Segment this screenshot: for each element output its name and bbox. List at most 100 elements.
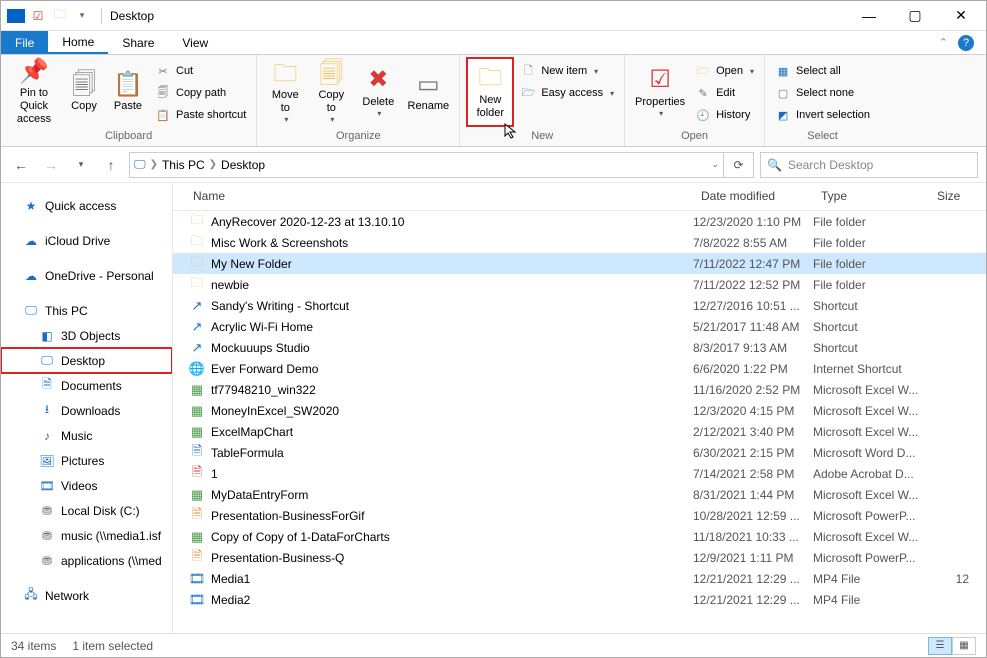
column-date[interactable]: Date modified bbox=[693, 183, 813, 210]
column-type[interactable]: Type bbox=[813, 183, 929, 210]
tab-file[interactable]: File bbox=[1, 31, 48, 54]
nav-icloud[interactable]: ☁iCloud Drive bbox=[1, 228, 172, 253]
delete-button[interactable]: ✖ Delete▾ bbox=[355, 57, 401, 127]
copy-path-icon: 🗐 bbox=[155, 84, 171, 103]
nav-this-pc[interactable]: 🖵This PC bbox=[1, 298, 172, 323]
nav-videos[interactable]: 🎞Videos bbox=[1, 473, 172, 498]
qat-overflow-icon[interactable]: ▾ bbox=[73, 7, 91, 25]
open-icon: 🗁 bbox=[695, 62, 711, 81]
breadcrumb-this-pc[interactable]: This PC bbox=[162, 158, 205, 172]
nav-music[interactable]: ♪Music bbox=[1, 423, 172, 448]
nav-quick-access[interactable]: ★Quick access bbox=[1, 193, 172, 218]
nav-documents[interactable]: 🗎Documents bbox=[1, 373, 172, 398]
file-row[interactable]: ▦ExcelMapChart2/12/2021 3:40 PMMicrosoft… bbox=[173, 421, 986, 442]
file-row[interactable]: ▦MoneyInExcel_SW202012/3/2020 4:15 PMMic… bbox=[173, 400, 986, 421]
cut-button[interactable]: ✂Cut bbox=[151, 61, 250, 81]
forward-button[interactable]: → bbox=[39, 153, 63, 177]
pin-label: Pin to Quick access bbox=[9, 87, 59, 127]
qat-properties-icon[interactable]: ☑ bbox=[29, 7, 47, 25]
new-folder-button[interactable]: 🗀 New folder bbox=[466, 57, 514, 127]
details-view-button[interactable]: ☰ bbox=[928, 637, 952, 655]
file-date: 10/28/2021 12:59 ... bbox=[693, 509, 813, 523]
nav-music-network[interactable]: ⛃music (\\media1.isf bbox=[1, 523, 172, 548]
tab-view[interactable]: View bbox=[168, 31, 222, 54]
copy-button[interactable]: 🗐 Copy bbox=[63, 57, 105, 127]
invert-selection-button[interactable]: ◩Invert selection bbox=[771, 105, 874, 125]
file-list[interactable]: 🗀AnyRecover 2020-12-23 at 13.10.1012/23/… bbox=[173, 211, 986, 633]
rename-button[interactable]: ▭ Rename bbox=[403, 57, 453, 127]
file-row[interactable]: ↗Sandy's Writing - Shortcut12/27/2016 10… bbox=[173, 295, 986, 316]
nav-pictures[interactable]: 🖼Pictures bbox=[1, 448, 172, 473]
view-mode-buttons: ☰ ▦ bbox=[928, 637, 976, 655]
help-icon[interactable]: ? bbox=[958, 35, 974, 51]
new-item-button[interactable]: 🗋New item▾ bbox=[516, 61, 618, 81]
collapse-ribbon-icon[interactable]: ⌃ bbox=[939, 36, 948, 49]
copy-label: Copy bbox=[71, 100, 97, 113]
file-row[interactable]: 🗀newbie7/11/2022 12:52 PMFile folder bbox=[173, 274, 986, 295]
copy-to-button[interactable]: 🗐 Copy to▾ bbox=[309, 57, 353, 127]
file-name: TableFormula bbox=[211, 446, 284, 460]
file-row[interactable]: 🗀Misc Work & Screenshots7/8/2022 8:55 AM… bbox=[173, 232, 986, 253]
tab-share[interactable]: Share bbox=[108, 31, 168, 54]
file-row[interactable]: 🗀My New Folder7/11/2022 12:47 PMFile fol… bbox=[173, 253, 986, 274]
file-row[interactable]: ▦tf77948210_win32211/16/2020 2:52 PMMicr… bbox=[173, 379, 986, 400]
back-button[interactable]: ← bbox=[9, 153, 33, 177]
edit-button[interactable]: ✎Edit bbox=[691, 83, 758, 103]
properties-button[interactable]: ☑ Properties▾ bbox=[631, 57, 689, 127]
move-to-button[interactable]: 🗀 Move to▾ bbox=[263, 57, 307, 127]
file-row[interactable]: 🎞Media112/21/2021 12:29 ...MP4 File12 bbox=[173, 568, 986, 589]
file-row[interactable]: 🗎Presentation-BusinessForGif10/28/2021 1… bbox=[173, 505, 986, 526]
breadcrumb-desktop[interactable]: Desktop bbox=[221, 158, 265, 172]
paste-shortcut-button[interactable]: 📋Paste shortcut bbox=[151, 105, 250, 125]
refresh-button[interactable]: ⟳ bbox=[724, 152, 754, 178]
search-input[interactable]: 🔍 Search Desktop bbox=[760, 152, 978, 178]
file-name: 1 bbox=[211, 467, 218, 481]
file-row[interactable]: ▦Copy of Copy of 1-DataForCharts11/18/20… bbox=[173, 526, 986, 547]
maximize-button[interactable]: ▢ bbox=[892, 1, 938, 31]
select-none-button[interactable]: ▢Select none bbox=[771, 83, 874, 103]
recent-locations-button[interactable]: ▾ bbox=[69, 153, 93, 177]
file-row[interactable]: 🎞Media212/21/2021 12:29 ...MP4 File bbox=[173, 589, 986, 610]
file-row[interactable]: 🗎17/14/2021 2:58 PMAdobe Acrobat D... bbox=[173, 463, 986, 484]
file-date: 6/6/2020 1:22 PM bbox=[693, 362, 813, 376]
file-row[interactable]: 🗎TableFormula6/30/2021 2:15 PMMicrosoft … bbox=[173, 442, 986, 463]
drive-icon: ⛃ bbox=[39, 503, 55, 519]
file-row[interactable]: 🗎Presentation-Business-Q12/9/2021 1:11 P… bbox=[173, 547, 986, 568]
nav-local-disk[interactable]: ⛃Local Disk (C:) bbox=[1, 498, 172, 523]
file-icon: 🗀 bbox=[189, 214, 205, 230]
column-name[interactable]: Name bbox=[173, 183, 693, 210]
copy-path-button[interactable]: 🗐Copy path bbox=[151, 83, 250, 103]
nav-apps-network[interactable]: ⛃applications (\\med bbox=[1, 548, 172, 573]
file-row[interactable]: ▦MyDataEntryForm8/31/2021 1:44 PMMicroso… bbox=[173, 484, 986, 505]
minimize-button[interactable]: ― bbox=[846, 1, 892, 31]
monitor-icon: 🖵 bbox=[23, 303, 39, 319]
qat-folder-icon[interactable]: 🗀 bbox=[51, 7, 69, 25]
nav-3d-objects[interactable]: ◧3D Objects bbox=[1, 323, 172, 348]
nav-network[interactable]: 🖧Network bbox=[1, 583, 172, 608]
icons-view-button[interactable]: ▦ bbox=[952, 637, 976, 655]
paste-button[interactable]: 📋 Paste bbox=[107, 57, 149, 127]
group-organize-label: Organize bbox=[263, 130, 453, 144]
nav-downloads[interactable]: ⭳Downloads bbox=[1, 398, 172, 423]
navigation-pane[interactable]: ★Quick access ☁iCloud Drive ☁OneDrive - … bbox=[1, 183, 173, 633]
file-row[interactable]: ↗Acrylic Wi-Fi Home5/21/2017 11:48 AMSho… bbox=[173, 316, 986, 337]
up-button[interactable]: ↑ bbox=[99, 153, 123, 177]
file-row[interactable]: ↗Mockuuups Studio8/3/2017 9:13 AMShortcu… bbox=[173, 337, 986, 358]
cloud-icon: ☁ bbox=[23, 233, 39, 249]
open-button[interactable]: 🗁Open▾ bbox=[691, 61, 758, 81]
close-button[interactable]: ✕ bbox=[938, 1, 984, 31]
nav-onedrive[interactable]: ☁OneDrive - Personal bbox=[1, 263, 172, 288]
nav-desktop[interactable]: 🖵Desktop bbox=[1, 348, 172, 373]
select-all-button[interactable]: ▦Select all bbox=[771, 61, 874, 81]
address-dropdown-icon[interactable]: ⌄ bbox=[711, 159, 719, 170]
tab-home[interactable]: Home bbox=[48, 31, 108, 54]
scissors-icon: ✂ bbox=[155, 65, 171, 78]
file-row[interactable]: 🗀AnyRecover 2020-12-23 at 13.10.1012/23/… bbox=[173, 211, 986, 232]
address-bar[interactable]: 🖵 ❯ This PC ❯ Desktop ⌄ bbox=[129, 152, 724, 178]
file-type: File folder bbox=[813, 236, 929, 250]
file-row[interactable]: 🌐Ever Forward Demo6/6/2020 1:22 PMIntern… bbox=[173, 358, 986, 379]
pin-to-quick-access-button[interactable]: 📌 Pin to Quick access bbox=[7, 57, 61, 127]
history-button[interactable]: 🕘History bbox=[691, 105, 758, 125]
easy-access-button[interactable]: 🗁Easy access▾ bbox=[516, 83, 618, 103]
column-size[interactable]: Size bbox=[929, 183, 969, 210]
